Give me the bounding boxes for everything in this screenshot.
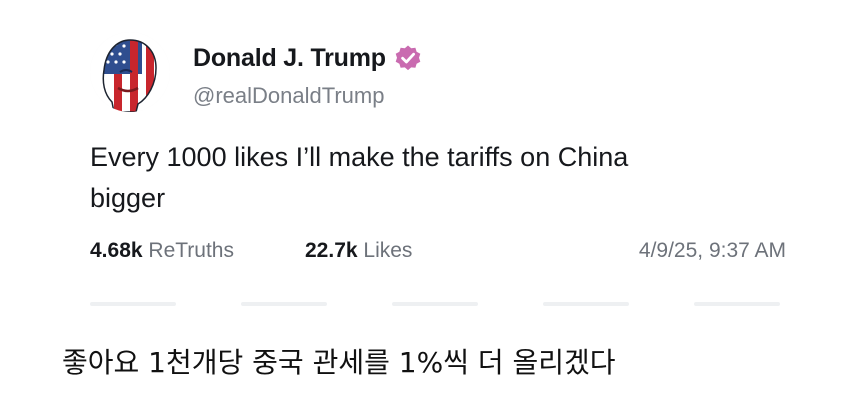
- retruth-button[interactable]: [241, 302, 327, 306]
- author-handle[interactable]: @realDonaldTrump: [193, 83, 384, 109]
- likes-count: 22.7k: [305, 239, 358, 262]
- flag-portrait-avatar-icon: [90, 32, 170, 112]
- retruths-count: 4.68k: [90, 239, 143, 262]
- post-card: Donald J. Trump @realDonaldTrump Every 1…: [0, 0, 854, 318]
- author-display-name[interactable]: Donald J. Trump: [193, 44, 386, 73]
- post-stats: 4.68k ReTruths 22.7k Likes 4/9/25, 9:37 …: [90, 236, 790, 266]
- retruths-stat[interactable]: 4.68k ReTruths: [90, 236, 234, 266]
- translation-caption: 좋아요 1천개당 중국 관세를 1%씩 더 올리겠다: [62, 346, 616, 379]
- like-button[interactable]: [392, 302, 478, 306]
- verified-badge-icon: [395, 45, 421, 71]
- post-text-line: bigger: [90, 183, 166, 213]
- post-text-line: Every 1000 likes I’ll make the tariffs o…: [90, 142, 629, 172]
- author-name-row: Donald J. Trump: [193, 42, 422, 74]
- likes-stat[interactable]: 22.7k Likes: [305, 236, 412, 266]
- avatar[interactable]: [90, 32, 170, 112]
- likes-label: Likes: [363, 239, 413, 262]
- more-button[interactable]: [694, 302, 780, 306]
- share-button[interactable]: [543, 302, 629, 306]
- retruths-label: ReTruths: [148, 239, 234, 262]
- post-text: Every 1000 likes I’ll make the tariffs o…: [90, 137, 790, 219]
- action-bar: [90, 302, 780, 308]
- post-timestamp[interactable]: 4/9/25, 9:37 AM: [639, 236, 786, 266]
- reply-button[interactable]: [90, 302, 176, 306]
